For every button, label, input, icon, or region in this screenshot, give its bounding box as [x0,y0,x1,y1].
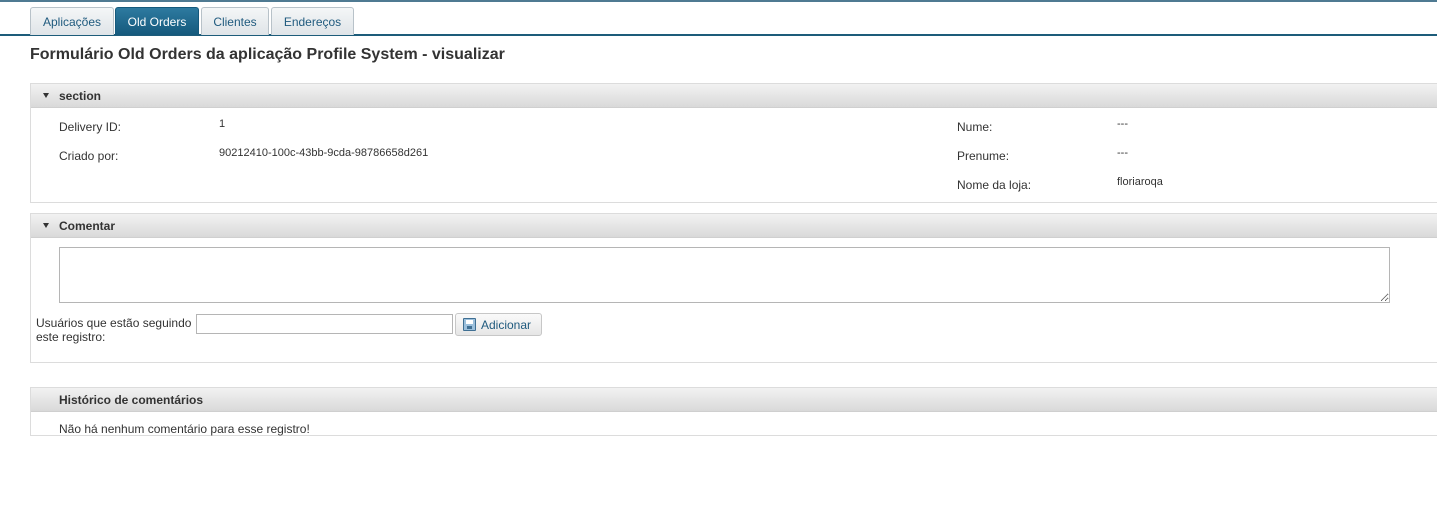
floppy-disk-icon [463,318,476,331]
caret-down-icon[interactable] [43,223,49,228]
history-panel: Histórico de comentários Não há nenhum c… [30,387,1437,436]
store-name-value: floriaroqa [1117,176,1163,188]
history-panel-title: Histórico de comentários [59,392,204,407]
nume-value: --- [1117,118,1128,130]
comment-panel: Comentar Usuários que estão seguindo est… [30,213,1437,363]
created-by-value: 90212410-100c-43bb-9cda-98786658d261 [219,147,429,159]
prenume-label: Prenume: [957,149,1010,163]
nume-label: Nume: [957,120,993,134]
add-button-label: Adicionar [481,317,532,332]
comment-panel-header[interactable]: Comentar [31,214,1437,238]
store-name-label: Nome da loja: [957,178,1032,192]
history-empty-message: Não há nenhum comentário para esse regis… [59,422,310,436]
tab-clientes[interactable]: Clientes [201,7,269,35]
followers-input[interactable] [196,314,453,334]
add-follower-button[interactable]: Adicionar [455,313,542,336]
caret-down-icon[interactable] [43,93,49,98]
history-panel-header: Histórico de comentários [31,388,1437,412]
page-title: Formulário Old Orders da aplicação Profi… [30,46,505,63]
delivery-id-value: 1 [219,118,226,130]
created-by-label: Criado por: [59,149,119,163]
tab-bar: Aplicações Old Orders Clientes Endereços [0,1,1437,36]
delivery-id-label: Delivery ID: [59,120,122,134]
section-panel-title: section [59,88,102,103]
comment-textarea[interactable] [59,247,1390,303]
section-panel-header[interactable]: section [31,84,1437,108]
prenume-value: --- [1117,147,1128,159]
followers-label: Usuários que estão seguindo este registr… [36,316,192,344]
tab-old-orders[interactable]: Old Orders [115,7,199,35]
comment-panel-title: Comentar [59,218,116,233]
tab-aplicacoes[interactable]: Aplicações [30,7,114,35]
tab-enderecos[interactable]: Endereços [271,7,354,35]
section-panel: section Delivery ID: 1 Criado por: 90212… [30,83,1437,203]
